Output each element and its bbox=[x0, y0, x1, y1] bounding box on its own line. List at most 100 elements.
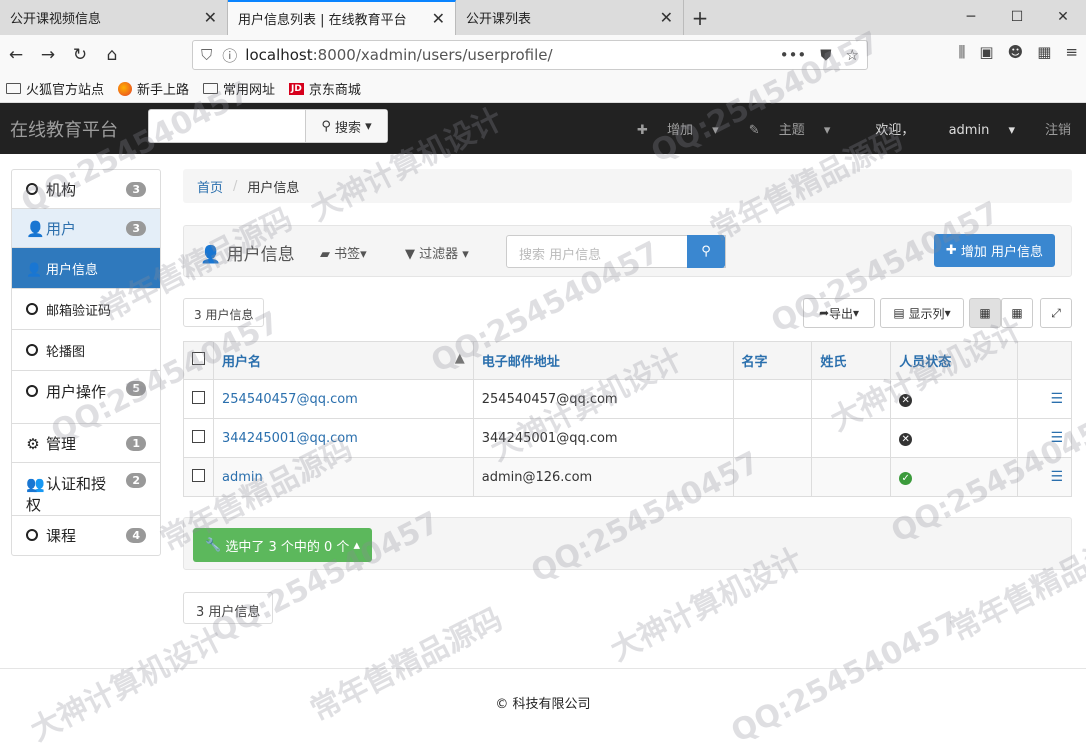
sidebar-item-auth[interactable]: 👥认证和授权 2 bbox=[12, 463, 160, 516]
username-link[interactable]: 254540457@qq.com bbox=[222, 392, 358, 407]
url-bar[interactable]: ⛉ ⓘ localhost:8000/xadmin/users/userprof… bbox=[192, 40, 868, 70]
pocket-icon[interactable]: ⛊ bbox=[820, 46, 831, 64]
row-checkbox[interactable] bbox=[192, 468, 205, 482]
sidebar-item-label: 邮箱验证码 bbox=[46, 303, 112, 319]
bookmark-item[interactable]: 新手上路 bbox=[118, 79, 189, 98]
add-menu[interactable]: ✚ 增加 ▾ bbox=[622, 119, 734, 138]
table-view-button[interactable]: ▦ bbox=[969, 298, 1001, 328]
fullscreen-button[interactable]: ⤢ bbox=[1040, 298, 1072, 328]
info-icon[interactable]: ⓘ bbox=[222, 45, 237, 66]
sidebar-item-email-code[interactable]: 邮箱验证码 bbox=[12, 289, 160, 330]
sidebar-item-label: 用户信息 bbox=[46, 262, 99, 278]
sidebar-item-banner[interactable]: 轮播图 bbox=[12, 330, 160, 371]
shield-icon[interactable]: ⛉ bbox=[201, 46, 212, 64]
sidebar-item-manage[interactable]: ⚙ 管理 1 bbox=[12, 424, 160, 463]
sidebar-item-user-operation[interactable]: 用户操作 5 bbox=[12, 371, 160, 424]
sort-asc-icon: ▲ bbox=[454, 351, 465, 366]
user-menu[interactable]: 欢迎， admin ▾ bbox=[845, 119, 1030, 138]
export-button[interactable]: ➦ 导出 ▾ bbox=[803, 298, 875, 328]
maximize-icon[interactable]: ☐ bbox=[994, 0, 1040, 35]
extensions-icon[interactable]: ▦ bbox=[1037, 43, 1051, 61]
sidebar-item-users[interactable]: 👤用户 3 bbox=[12, 209, 160, 248]
sidebar-item-course[interactable]: 课程 4 bbox=[12, 516, 160, 555]
theme-menu-label: 主题 bbox=[778, 123, 805, 138]
global-search[interactable]: ⚲ 搜索 ▾ bbox=[148, 109, 388, 143]
theme-menu[interactable]: ✎ 主题 ▾ bbox=[734, 119, 846, 138]
table-row: 344245001@qq.com 344245001@qq.com ✕ ☰ bbox=[183, 418, 1072, 458]
add-user-button[interactable]: ✚ 增加 用户信息 bbox=[933, 234, 1055, 267]
account-icon[interactable]: ☻ bbox=[1008, 43, 1024, 61]
col-firstname[interactable]: 名字 bbox=[732, 341, 813, 380]
new-tab-icon[interactable]: + bbox=[684, 0, 716, 35]
window-controls: ─ ☐ ✕ bbox=[948, 0, 1086, 35]
close-tab-icon[interactable]: ✕ bbox=[660, 8, 673, 27]
brand[interactable]: 在线教育平台 bbox=[10, 116, 150, 142]
list-icon[interactable]: ☰ bbox=[1050, 430, 1063, 446]
filter-dropdown[interactable]: ▼ 过滤器 ▾ bbox=[405, 243, 469, 262]
browser-tab-2[interactable]: 用户信息列表 | 在线教育平台 ✕ bbox=[228, 0, 456, 35]
add-menu-label: 增加 bbox=[667, 123, 694, 138]
grid-view-button[interactable]: ▦ bbox=[1001, 298, 1033, 328]
lastname-cell bbox=[811, 379, 892, 419]
list-icon[interactable]: ☰ bbox=[1050, 469, 1063, 485]
url-path: :8000/xadmin/users/userprofile/ bbox=[312, 46, 553, 64]
filter-label: 过滤器 bbox=[419, 247, 459, 262]
actions-button[interactable]: 🔧 选中了 3 个中的 0 个 ▴ bbox=[193, 528, 373, 562]
col-username[interactable]: 用户名 ▲ bbox=[213, 341, 474, 380]
search-button[interactable]: ⚲ 搜索 ▾ bbox=[305, 110, 387, 142]
library-icon[interactable]: ⫼ bbox=[959, 43, 966, 61]
username: admin bbox=[948, 123, 990, 138]
list-search-button[interactable]: ⚲ bbox=[687, 235, 725, 268]
col-active[interactable]: 人员状态 bbox=[890, 341, 1019, 380]
user-icon: 👤 bbox=[26, 262, 43, 278]
bookmarks-dropdown[interactable]: ▰ 书签▾ bbox=[320, 243, 367, 262]
username-link[interactable]: 344245001@qq.com bbox=[222, 431, 358, 446]
browser-tab-3[interactable]: 公开课列表 ✕ bbox=[456, 0, 684, 35]
back-icon[interactable]: ← bbox=[0, 45, 32, 65]
bookmark-item[interactable]: JD 京东商城 bbox=[289, 79, 361, 98]
logout-link[interactable]: 注销 bbox=[1030, 119, 1086, 138]
count-badge: 3 bbox=[126, 181, 146, 197]
sidebar-toggle-icon[interactable]: ▣ bbox=[979, 43, 993, 61]
page-actions-icon[interactable]: ••• bbox=[780, 46, 807, 64]
close-window-icon[interactable]: ✕ bbox=[1040, 0, 1086, 35]
lastname-cell bbox=[811, 418, 892, 458]
firstname-cell bbox=[732, 418, 813, 458]
bookmark-item[interactable]: 常用网址 bbox=[203, 79, 275, 98]
col-lastname[interactable]: 姓氏 bbox=[811, 341, 892, 380]
columns-button[interactable]: ▤ 显示列 ▾ bbox=[880, 298, 964, 328]
sidebar-item-org[interactable]: 机构 3 bbox=[12, 170, 160, 209]
close-tab-icon[interactable]: ✕ bbox=[204, 8, 217, 27]
home-icon[interactable]: ⌂ bbox=[96, 45, 128, 65]
footer-count: 3 用户信息 bbox=[183, 592, 274, 624]
add-user-label: 增加 用户信息 bbox=[960, 245, 1043, 260]
email-cell: 344245001@qq.com bbox=[472, 418, 734, 458]
bookmark-item[interactable]: 火狐官方站点 bbox=[6, 79, 104, 98]
row-checkbox[interactable] bbox=[192, 429, 205, 443]
browser-tab-1[interactable]: 公开课视频信息 ✕ bbox=[0, 0, 228, 35]
close-tab-icon[interactable]: ✕ bbox=[432, 9, 445, 28]
row-checkbox[interactable] bbox=[192, 390, 205, 404]
list-icon[interactable]: ☰ bbox=[1050, 391, 1063, 407]
result-count: 3 用户信息 bbox=[183, 298, 265, 327]
firefox-icon bbox=[118, 81, 133, 96]
star-icon[interactable]: ☆ bbox=[846, 46, 859, 64]
reload-icon[interactable]: ↻ bbox=[64, 45, 96, 65]
tab-label: 公开课视频信息 bbox=[10, 12, 102, 27]
forward-icon[interactable]: → bbox=[32, 45, 64, 65]
page-title-text: 用户信息 bbox=[226, 245, 295, 265]
username-link[interactable]: admin bbox=[222, 470, 263, 485]
breadcrumb-home[interactable]: 首页 bbox=[197, 177, 223, 196]
sidebar-item-userinfo[interactable]: 👤 用户信息 bbox=[12, 248, 160, 289]
gear-icon: ⚙ bbox=[26, 434, 40, 453]
share-icon: ➦ bbox=[818, 306, 829, 320]
main-content: 首页 / 用户信息 👤 用户信息 ▰ 书签▾ ▼ 过滤器 ▾ 搜索 用户信息 ⚲… bbox=[183, 169, 1072, 330]
page-title: 👤 用户信息 bbox=[200, 240, 295, 265]
col-email[interactable]: 电子邮件地址 bbox=[472, 341, 734, 380]
circle-icon bbox=[26, 529, 38, 541]
minimize-icon[interactable]: ─ bbox=[948, 0, 994, 35]
page-footer: © 科技有限公司 bbox=[0, 668, 1086, 730]
select-all-cell bbox=[183, 341, 214, 380]
menu-icon[interactable]: ≡ bbox=[1065, 43, 1078, 61]
select-all-checkbox[interactable] bbox=[192, 352, 205, 365]
